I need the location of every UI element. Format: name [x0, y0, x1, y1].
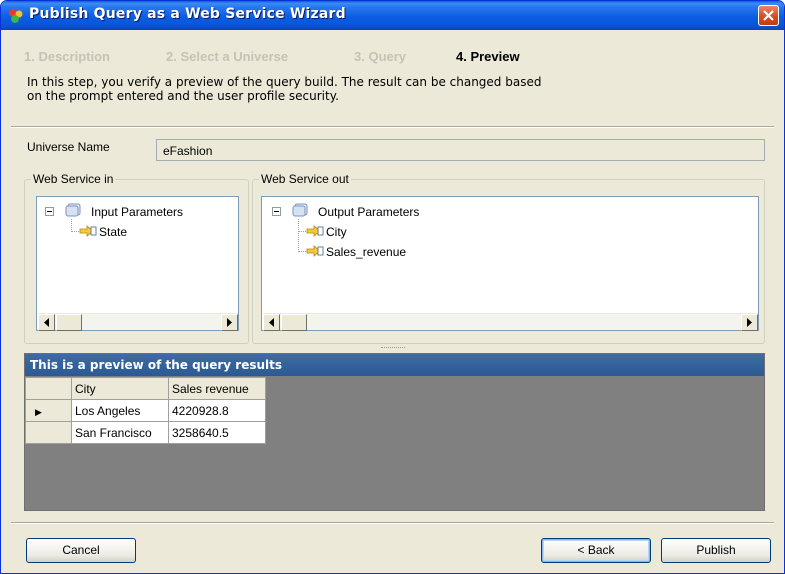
step-select-universe: 2. Select a Universe	[166, 49, 289, 64]
back-button[interactable]: < Back	[541, 538, 651, 563]
scroll-right-arrow-icon	[747, 318, 752, 327]
parameter-arrow-icon	[306, 245, 324, 257]
scroll-right-button[interactable]	[221, 314, 238, 331]
table-row[interactable]: San Francisco 3258640.5	[25, 421, 266, 444]
step-description: 1. Description	[24, 49, 110, 64]
output-tree-hscrollbar[interactable]	[263, 313, 758, 331]
grid-corner-cell	[25, 377, 72, 400]
wizard-app-icon	[9, 9, 23, 23]
publish-button[interactable]: Publish	[661, 538, 771, 563]
output-parameters-node[interactable]: Output Parameters	[318, 204, 419, 220]
cell-sales-revenue[interactable]: 3258640.5	[168, 421, 266, 444]
parameter-arrow-icon	[79, 225, 97, 237]
tree-line	[298, 231, 306, 232]
input-parameters-node[interactable]: Input Parameters	[91, 204, 183, 220]
input-parameters-tree[interactable]: Input Parameters State	[36, 196, 239, 331]
title-bar[interactable]: Publish Query as a Web Service Wizard	[1, 1, 784, 30]
tree-line	[298, 219, 299, 252]
universe-name-field: eFashion	[156, 139, 765, 161]
output-parameters-tree[interactable]: Output Parameters City Sales_revenue	[261, 196, 759, 331]
header-divider	[11, 126, 774, 128]
input-param-state[interactable]: State	[99, 224, 127, 240]
wizard-window: Publish Query as a Web Service Wizard 1.…	[0, 0, 785, 574]
output-param-sales-revenue[interactable]: Sales_revenue	[326, 244, 406, 260]
row-selector-current[interactable]: ▶	[25, 399, 72, 422]
collapse-toggle[interactable]	[272, 207, 281, 216]
parameters-folder-icon	[65, 203, 81, 217]
collapse-toggle[interactable]	[45, 207, 54, 216]
step-preview: 4. Preview	[456, 49, 520, 64]
table-row[interactable]: ▶ Los Angeles 4220928.8	[25, 399, 266, 422]
web-service-out-title: Web Service out	[259, 172, 351, 186]
scroll-right-arrow-icon	[227, 318, 232, 327]
grid-header-row: City Sales revenue	[25, 377, 266, 400]
close-icon	[763, 10, 774, 21]
scroll-left-arrow-icon	[269, 318, 274, 327]
parameters-folder-icon	[292, 203, 308, 217]
cell-city[interactable]: Los Angeles	[71, 399, 169, 422]
scroll-left-button[interactable]	[263, 314, 280, 331]
web-service-in-group: Web Service in Input Parameters State	[24, 172, 249, 344]
window-title: Publish Query as a Web Service Wizard	[29, 6, 346, 22]
scroll-right-button[interactable]	[741, 314, 758, 331]
wizard-steps: 1. Description 2. Select a Universe 3. Q…	[1, 43, 784, 65]
scroll-thumb[interactable]	[56, 314, 82, 331]
query-results-preview: This is a preview of the query results C…	[24, 353, 765, 511]
output-param-city[interactable]: City	[326, 224, 347, 240]
scroll-left-arrow-icon	[44, 318, 49, 327]
cell-city[interactable]: San Francisco	[71, 421, 169, 444]
panel-splitter[interactable]	[381, 347, 405, 350]
row-selector[interactable]	[25, 421, 72, 444]
column-header-sales-revenue[interactable]: Sales revenue	[168, 377, 266, 400]
step-description-text: In this step, you verify a preview of th…	[27, 75, 542, 103]
tree-line	[298, 251, 306, 252]
footer-divider	[11, 522, 774, 524]
preview-header: This is a preview of the query results	[25, 354, 764, 376]
web-service-in-title: Web Service in	[31, 172, 116, 186]
universe-name-label: Universe Name	[27, 140, 110, 154]
current-row-indicator-icon: ▶	[35, 406, 42, 417]
parameter-arrow-icon	[306, 225, 324, 237]
results-grid[interactable]: City Sales revenue ▶ Los Angeles 4220928…	[25, 377, 266, 444]
tree-line	[71, 231, 79, 232]
step-query: 3. Query	[354, 49, 407, 64]
scroll-left-button[interactable]	[38, 314, 55, 331]
input-tree-hscrollbar[interactable]	[38, 313, 238, 331]
column-header-city[interactable]: City	[71, 377, 169, 400]
scroll-thumb[interactable]	[281, 314, 307, 331]
close-button[interactable]	[758, 5, 779, 26]
cancel-button[interactable]: Cancel	[26, 538, 136, 563]
cell-sales-revenue[interactable]: 4220928.8	[168, 399, 266, 422]
web-service-out-group: Web Service out Output Parameters City S…	[252, 172, 765, 344]
